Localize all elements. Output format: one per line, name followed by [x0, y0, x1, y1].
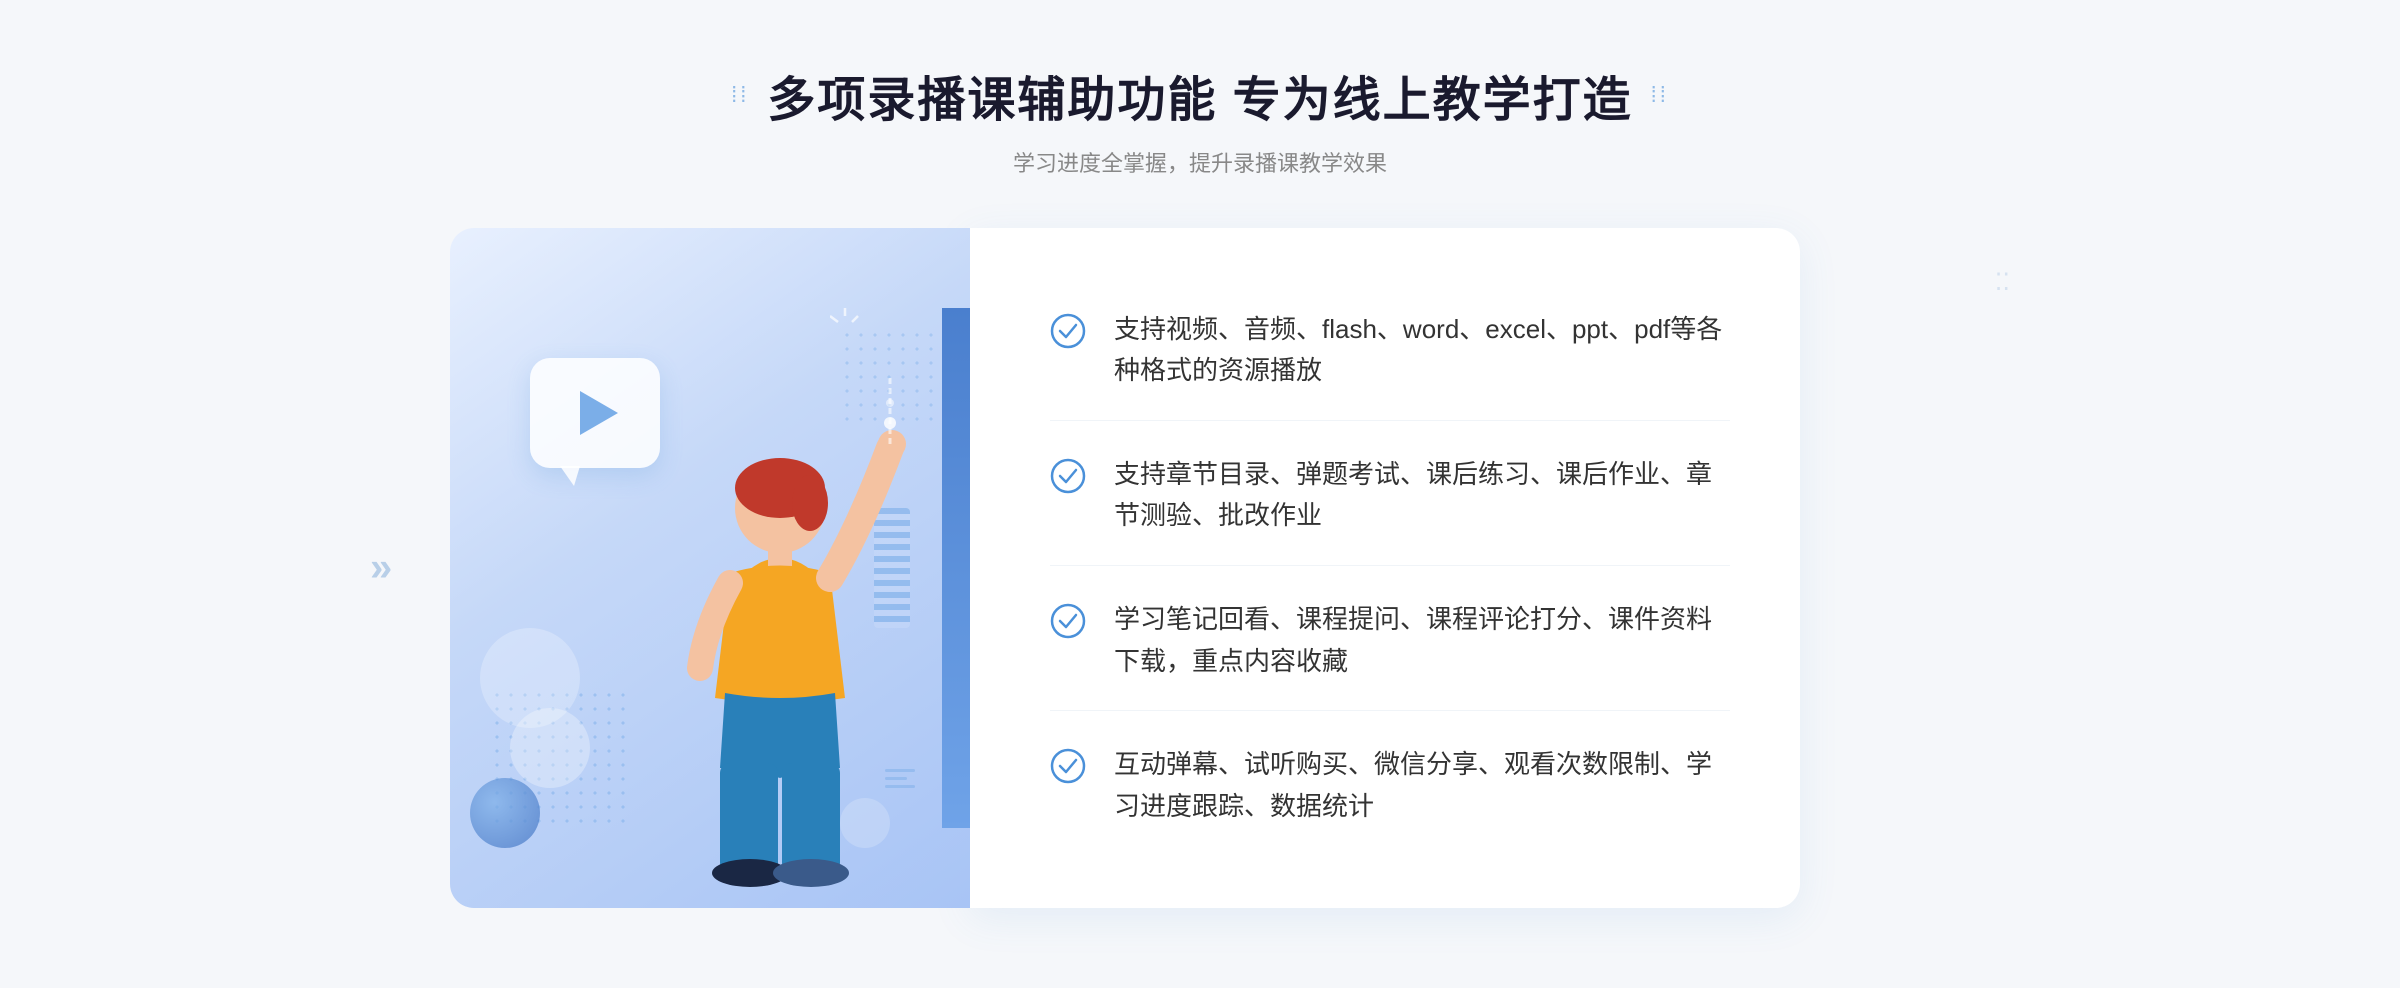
page-container: ⁞⁞ 多项录播课辅助功能 专为线上教学打造 ⁞⁞ 学习进度全掌握，提升录播课教学…	[0, 0, 2400, 988]
person-illustration	[620, 348, 940, 908]
header-section: ⁞⁞ 多项录播课辅助功能 专为线上教学打造 ⁞⁞ 学习进度全掌握，提升录播课教学…	[0, 60, 2400, 178]
right-dots-icon: ⁚⁚	[1995, 268, 2010, 297]
page-title: 多项录播课辅助功能 专为线上教学打造	[767, 60, 1632, 130]
check-icon-3	[1050, 603, 1086, 639]
dots-left-icon: ⁞⁞	[731, 82, 749, 108]
check-icon-2	[1050, 458, 1086, 494]
play-triangle-icon	[580, 391, 618, 435]
feature-text-1: 支持视频、音频、flash、word、excel、ppt、pdf等各种格式的资源…	[1114, 309, 1730, 392]
feature-text-4: 互动弹幕、试听购买、微信分享、观看次数限制、学习进度跟踪、数据统计	[1114, 744, 1730, 827]
check-icon-1	[1050, 313, 1086, 349]
feature-text-3: 学习笔记回看、课程提问、课程评论打分、课件资料下载，重点内容收藏	[1114, 599, 1730, 682]
check-icon-4	[1050, 748, 1086, 784]
sphere-decoration	[470, 778, 540, 848]
main-content: » ⁚⁚	[450, 228, 1950, 908]
left-chevron-icon: »	[370, 546, 386, 591]
feature-text-2: 支持章节目录、弹题考试、课后练习、课后作业、章节测验、批改作业	[1114, 454, 1730, 537]
dots-right-icon: ⁞⁞	[1651, 82, 1669, 108]
page-subtitle: 学习进度全掌握，提升录播课教学效果	[0, 146, 2400, 178]
feature-item-3: 学习笔记回看、课程提问、课程评论打分、课件资料下载，重点内容收藏	[1050, 571, 1730, 711]
feature-item-4: 互动弹幕、试听购买、微信分享、观看次数限制、学习进度跟踪、数据统计	[1050, 716, 1730, 855]
light-ray	[830, 308, 850, 328]
feature-item-1: 支持视频、音频、flash、word、excel、ppt、pdf等各种格式的资源…	[1050, 281, 1730, 421]
title-row: ⁞⁞ 多项录播课辅助功能 专为线上教学打造 ⁞⁞	[0, 60, 2400, 130]
illustration-area	[450, 228, 970, 908]
feature-item-2: 支持章节目录、弹题考试、课后练习、课后作业、章节测验、批改作业	[1050, 426, 1730, 566]
blue-bar-decoration	[942, 308, 970, 828]
content-wrapper: 支持视频、音频、flash、word、excel、ppt、pdf等各种格式的资源…	[450, 228, 1800, 908]
circle-decoration-3	[480, 628, 580, 728]
content-panel: 支持视频、音频、flash、word、excel、ppt、pdf等各种格式的资源…	[970, 228, 1800, 908]
